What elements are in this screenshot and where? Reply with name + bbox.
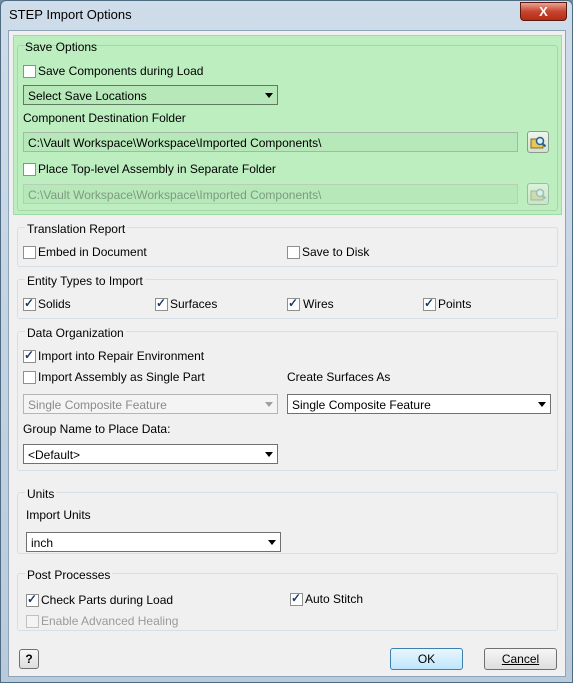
ok-button-label: OK [417, 652, 436, 666]
cancel-button-label: Cancel [501, 652, 540, 666]
wires-label: Wires [303, 297, 334, 311]
translation-report-title: Translation Report [25, 222, 128, 236]
single-part-checkbox[interactable] [23, 371, 36, 384]
dest-folder-value: C:\Vault Workspace\Workspace\Imported Co… [28, 136, 322, 150]
dest-folder-label: Component Destination Folder [23, 111, 186, 125]
chevron-down-icon [268, 540, 276, 545]
save-to-disk-checkbox[interactable] [287, 246, 300, 259]
data-organization-title: Data Organization [25, 326, 126, 340]
repair-environment-checkbox[interactable] [23, 348, 36, 363]
help-icon: ? [25, 652, 33, 666]
post-processes-title: Post Processes [25, 568, 113, 582]
close-icon: X [539, 4, 548, 19]
import-units-label: Import Units [26, 508, 91, 522]
chevron-down-icon [538, 402, 546, 407]
points-label: Points [438, 297, 472, 311]
browse-folder-icon [530, 188, 547, 201]
dest-folder-field[interactable]: C:\Vault Workspace\Workspace\Imported Co… [23, 132, 518, 152]
check-parts-label: Check Parts during Load [41, 593, 174, 607]
chevron-down-icon [265, 452, 273, 457]
dest-folder-browse-button[interactable] [527, 131, 549, 153]
entity-types-title: Entity Types to Import [25, 274, 145, 288]
save-to-disk-label: Save to Disk [302, 245, 370, 259]
import-units-select[interactable]: inch [26, 532, 281, 552]
close-button[interactable]: X [520, 2, 567, 21]
title-bar[interactable]: STEP Import Options X [1, 1, 572, 29]
save-components-checkbox[interactable] [23, 65, 36, 78]
advanced-healing-label: Enable Advanced Healing [41, 614, 179, 628]
points-checkbox[interactable] [423, 296, 436, 311]
help-button[interactable]: ? [19, 649, 39, 669]
group-name-select[interactable]: <Default> [23, 444, 278, 464]
surfaces-label: Surfaces [170, 297, 218, 311]
dialog-window: STEP Import Options X Save Options Save … [0, 0, 573, 683]
window-title: STEP Import Options [9, 7, 132, 22]
create-surfaces-select[interactable]: Single Composite Feature [287, 394, 551, 414]
save-locations-value: Select Save Locations [28, 89, 147, 103]
save-options-title: Save Options [25, 40, 98, 54]
create-surfaces-label: Create Surfaces As [287, 370, 391, 384]
wires-checkbox[interactable] [287, 296, 300, 311]
save-components-label: Save Components during Load [38, 64, 204, 78]
solids-label: Solids [38, 297, 71, 311]
solids-checkbox[interactable] [23, 296, 36, 311]
embed-in-document-label: Embed in Document [38, 245, 147, 259]
embed-in-document-checkbox[interactable] [23, 246, 36, 259]
units-title: Units [25, 487, 57, 501]
check-parts-checkbox[interactable] [26, 592, 39, 607]
auto-stitch-checkbox[interactable] [290, 591, 303, 606]
single-part-label: Import Assembly as Single Part [38, 370, 205, 384]
group-name-label: Group Name to Place Data: [23, 422, 171, 436]
place-top-level-checkbox[interactable] [23, 163, 36, 176]
top-level-folder-value: C:\Vault Workspace\Workspace\Imported Co… [28, 188, 322, 202]
auto-stitch-label: Auto Stitch [305, 592, 364, 606]
single-part-select[interactable]: Single Composite Feature [23, 394, 278, 414]
ok-button[interactable]: OK [390, 648, 463, 670]
browse-folder-icon [530, 136, 547, 149]
import-units-select-value: inch [31, 536, 54, 550]
single-part-select-value: Single Composite Feature [28, 398, 167, 412]
create-surfaces-select-value: Single Composite Feature [292, 398, 431, 412]
top-level-folder-field[interactable]: C:\Vault Workspace\Workspace\Imported Co… [23, 184, 518, 204]
dialog-client-area: Save Options Save Components during Load… [8, 30, 566, 677]
group-name-select-value: <Default> [28, 448, 81, 462]
chevron-down-icon [265, 402, 273, 407]
advanced-healing-checkbox[interactable] [26, 615, 39, 628]
surfaces-checkbox[interactable] [155, 296, 168, 311]
save-locations-select[interactable]: Select Save Locations [23, 85, 278, 105]
cancel-button[interactable]: Cancel [484, 648, 557, 670]
chevron-down-icon [265, 93, 273, 98]
top-level-folder-browse-button[interactable] [527, 183, 549, 205]
place-top-level-label: Place Top-level Assembly in Separate Fol… [38, 162, 276, 176]
repair-environment-label: Import into Repair Environment [38, 349, 205, 363]
